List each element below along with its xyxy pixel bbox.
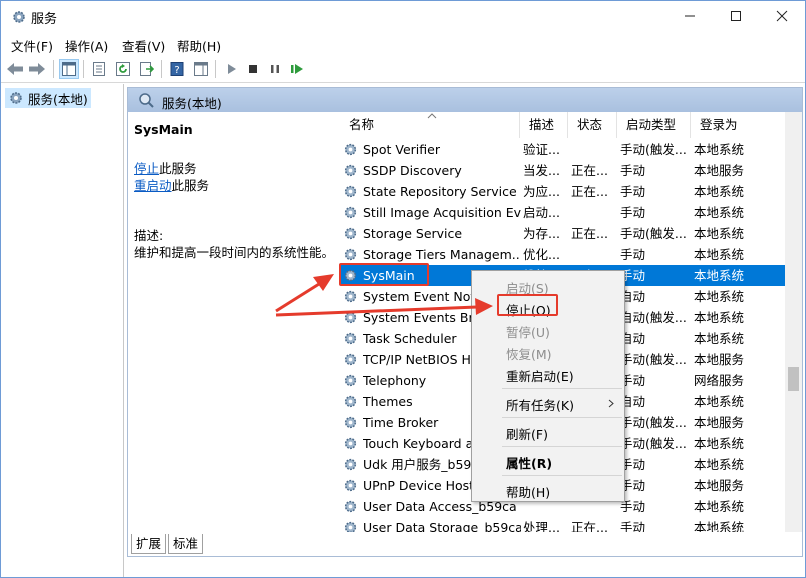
arrow-to-stop-icon [275,298,493,317]
arrow-to-sysmain-icon [275,274,334,313]
services-window: 服务 文件(F) 操作(A) 查看(V) 帮助(H) ? 服务(本地) 服务(本… [0,0,806,578]
annotation-arrows [275,274,493,317]
